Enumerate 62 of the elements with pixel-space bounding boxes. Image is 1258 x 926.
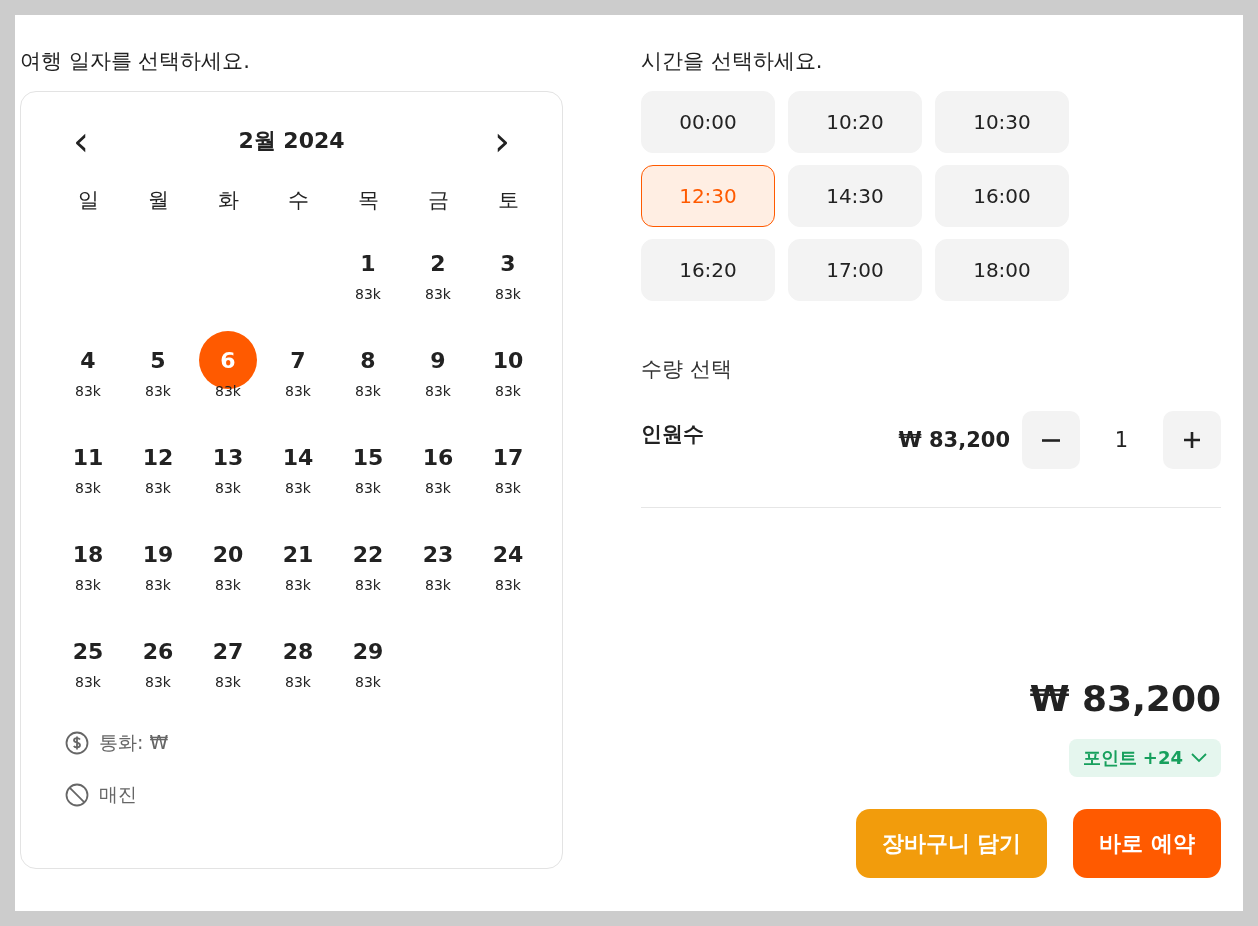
time-slot[interactable]: 10:20: [788, 91, 922, 153]
minus-icon: [1042, 438, 1060, 442]
weekday-label: 목: [356, 187, 380, 214]
time-prompt: 시간을 선택하세요.: [641, 48, 824, 75]
prohibited-icon: [65, 783, 89, 807]
day-price: 83k: [355, 674, 381, 690]
quantity-label: 인원수: [641, 421, 705, 448]
weekday-label: 일: [76, 187, 100, 214]
day-price: 83k: [355, 577, 381, 593]
weekday-label: 금: [426, 187, 450, 214]
day-price: 83k: [355, 286, 381, 302]
day-price: 83k: [145, 674, 171, 690]
day-price: 83k: [285, 577, 311, 593]
unit-price: ₩ 83,200: [898, 428, 1010, 452]
day-price: 83k: [495, 383, 521, 399]
day-price: 83k: [285, 674, 311, 690]
day-price: 83k: [75, 383, 101, 399]
day-price: 83k: [75, 480, 101, 496]
day-price: 83k: [285, 383, 311, 399]
day-price: 83k: [75, 674, 101, 690]
month-title: 2월 2024: [238, 127, 345, 155]
day-price: 83k: [285, 480, 311, 496]
plus-icon: [1182, 430, 1202, 450]
previous-month-button[interactable]: ‹: [65, 121, 97, 161]
day-price: 83k: [145, 577, 171, 593]
time-slot[interactable]: 10:30: [935, 91, 1069, 153]
decrease-button[interactable]: [1022, 411, 1080, 469]
time-slot[interactable]: 18:00: [935, 239, 1069, 301]
weekday-label: 토: [496, 187, 520, 214]
day-price: 83k: [425, 286, 451, 302]
day-price: 83k: [425, 383, 451, 399]
day-price: 83k: [215, 674, 241, 690]
weekday-label: 화: [216, 187, 240, 214]
day-price: 83k: [215, 577, 241, 593]
day-price: 83k: [425, 577, 451, 593]
day-price: 83k: [495, 577, 521, 593]
quantity-title: 수량 선택: [641, 356, 733, 383]
day-price: 83k: [425, 480, 451, 496]
time-slot[interactable]: 16:00: [935, 165, 1069, 227]
day-price: 83k: [145, 480, 171, 496]
time-slot[interactable]: 00:00: [641, 91, 775, 153]
legend-label: 통화: ₩: [99, 730, 169, 755]
day-price: 83k: [495, 480, 521, 496]
day-price: 83k: [75, 577, 101, 593]
day-price: 83k: [355, 383, 381, 399]
day-price: 83k: [145, 383, 171, 399]
time-slot[interactable]: 17:00: [788, 239, 922, 301]
total-price: ₩ 83,200: [1028, 678, 1221, 719]
next-month-button[interactable]: ›: [486, 121, 518, 161]
chevron-down-icon: [1191, 753, 1207, 763]
legend-label: 매진: [99, 782, 137, 807]
day-price: 83k: [215, 480, 241, 496]
weekday-label: 월: [146, 187, 170, 214]
time-slot[interactable]: 16:20: [641, 239, 775, 301]
quantity-value: 1: [1113, 428, 1130, 452]
day-price: 83k: [355, 480, 381, 496]
increase-button[interactable]: [1163, 411, 1221, 469]
weekday-label: 수: [286, 187, 310, 214]
time-slot[interactable]: 14:30: [788, 165, 922, 227]
day-price: 83k: [495, 286, 521, 302]
date-prompt: 여행 일자를 선택하세요.: [20, 48, 252, 75]
dollar-icon: [65, 731, 89, 755]
